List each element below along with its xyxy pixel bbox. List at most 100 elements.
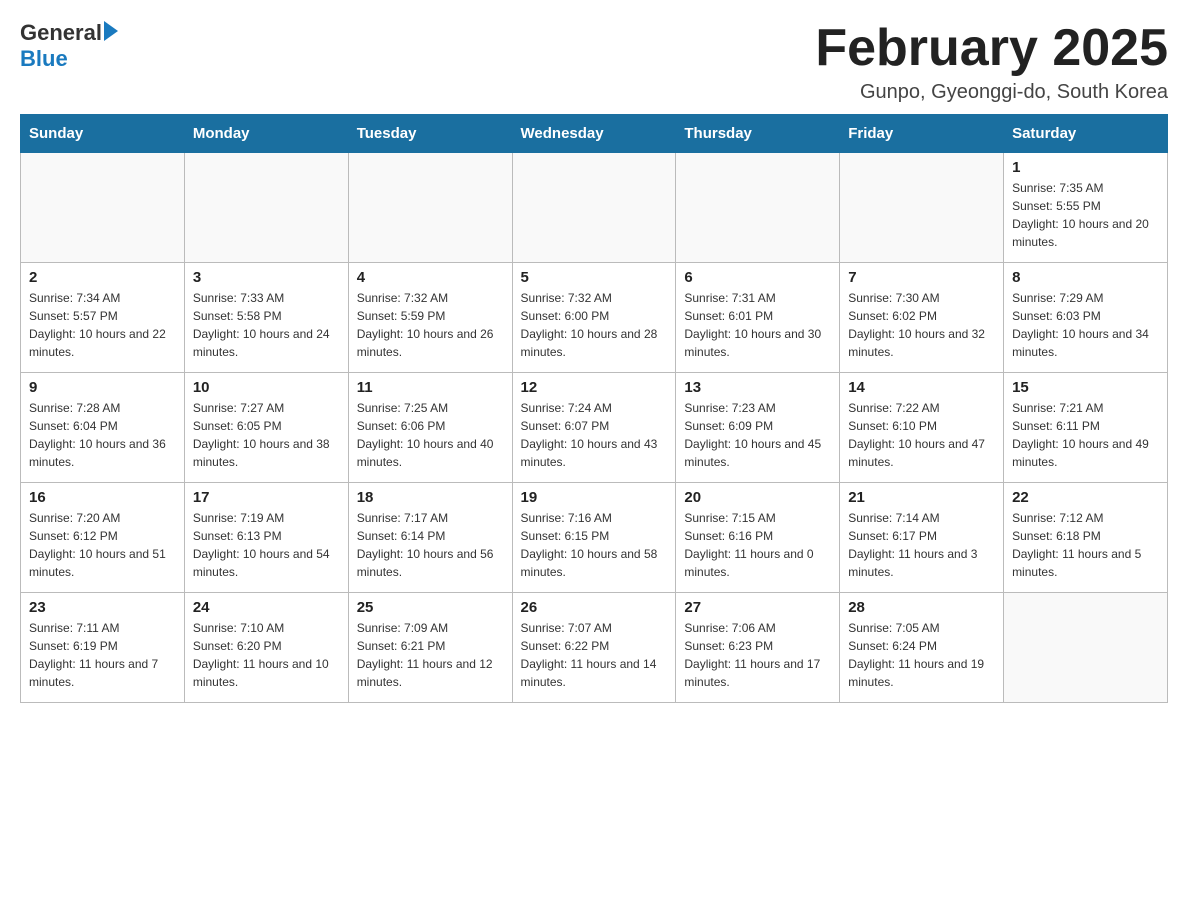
calendar-header: SundayMondayTuesdayWednesdayThursdayFrid… [21,115,1168,153]
day-info: Sunrise: 7:33 AMSunset: 5:58 PMDaylight:… [193,289,340,361]
day-number: 1 [1012,159,1159,176]
day-number: 26 [521,599,668,616]
calendar-cell: 23 Sunrise: 7:11 AMSunset: 6:19 PMDayligh… [21,593,185,703]
day-number: 14 [848,379,995,396]
logo-general-text: General [20,20,102,46]
day-info: Sunrise: 7:22 AMSunset: 6:10 PMDaylight:… [848,399,995,471]
logo-blue-text: Blue [20,46,68,72]
calendar-cell: 2Sunrise: 7:34 AMSunset: 5:57 PMDaylight… [21,263,185,373]
calendar-cell: 22Sunrise: 7:12 AMSunset: 6:18 PMDayligh… [1004,483,1168,593]
calendar-cell: 4 Sunrise: 7:32 AMSunset: 5:59 PMDaylight… [348,263,512,373]
page-subtitle: Gunpo, Gyeonggi-do, South Korea [815,81,1168,104]
calendar-cell [348,153,512,263]
header-cell-monday: Monday [184,115,348,153]
day-number: 4 [357,269,504,286]
day-info: Sunrise: 7:24 AMSunset: 6:07 PMDaylight:… [521,399,668,471]
day-number: 24 [193,599,340,616]
header-cell-tuesday: Tuesday [348,115,512,153]
day-info: Sunrise: 7:06 AMSunset: 6:23 PMDaylight:… [684,619,831,691]
day-info: Sunrise: 7:30 AMSunset: 6:02 PMDaylight:… [848,289,995,361]
calendar-week-1: 1 Sunrise: 7:35 AMSunset: 5:55 PMDaylight… [21,153,1168,263]
calendar-cell: 5 Sunrise: 7:32 AMSunset: 6:00 PMDaylight… [512,263,676,373]
day-number: 11 [357,379,504,396]
calendar-cell: 20Sunrise: 7:15 AMSunset: 6:16 PMDayligh… [676,483,840,593]
day-number: 9 [29,379,176,396]
day-info: Sunrise: 7:07 AMSunset: 6:22 PMDaylight:… [521,619,668,691]
day-number: 5 [521,269,668,286]
calendar-cell: 8Sunrise: 7:29 AMSunset: 6:03 PMDaylight… [1004,263,1168,373]
logo: General Blue [20,20,118,72]
page-header: General Blue February 2025 Gunpo, Gyeong… [20,20,1168,104]
day-number: 2 [29,269,176,286]
calendar-cell: 9 Sunrise: 7:28 AMSunset: 6:04 PMDaylight… [21,373,185,483]
header-cell-saturday: Saturday [1004,115,1168,153]
day-info: Sunrise: 7:17 AMSunset: 6:14 PMDaylight:… [357,509,504,581]
calendar-cell: 17Sunrise: 7:19 AMSunset: 6:13 PMDayligh… [184,483,348,593]
day-number: 19 [521,489,668,506]
calendar-cell: 26 Sunrise: 7:07 AMSunset: 6:22 PMDayligh… [512,593,676,703]
calendar-cell: 19 Sunrise: 7:16 AMSunset: 6:15 PMDayligh… [512,483,676,593]
day-number: 22 [1012,489,1159,506]
day-info: Sunrise: 7:29 AMSunset: 6:03 PMDaylight:… [1012,289,1159,361]
day-number: 15 [1012,379,1159,396]
day-number: 23 [29,599,176,616]
header-cell-sunday: Sunday [21,115,185,153]
day-info: Sunrise: 7:32 AMSunset: 5:59 PMDaylight:… [357,289,504,361]
day-number: 6 [684,269,831,286]
day-info: Sunrise: 7:21 AMSunset: 6:11 PMDaylight:… [1012,399,1159,471]
day-info: Sunrise: 7:25 AMSunset: 6:06 PMDaylight:… [357,399,504,471]
day-info: Sunrise: 7:20 AMSunset: 6:12 PMDaylight:… [29,509,176,581]
calendar-cell: 28Sunrise: 7:05 AMSunset: 6:24 PMDayligh… [840,593,1004,703]
day-info: Sunrise: 7:27 AMSunset: 6:05 PMDaylight:… [193,399,340,471]
calendar-cell: 1 Sunrise: 7:35 AMSunset: 5:55 PMDaylight… [1004,153,1168,263]
day-info: Sunrise: 7:09 AMSunset: 6:21 PMDaylight:… [357,619,504,691]
day-number: 13 [684,379,831,396]
calendar-cell: 15 Sunrise: 7:21 AMSunset: 6:11 PMDayligh… [1004,373,1168,483]
page-title: February 2025 [815,20,1168,77]
calendar-cell: 12 Sunrise: 7:24 AMSunset: 6:07 PMDayligh… [512,373,676,483]
calendar-cell: 24Sunrise: 7:10 AMSunset: 6:20 PMDayligh… [184,593,348,703]
day-info: Sunrise: 7:32 AMSunset: 6:00 PMDaylight:… [521,289,668,361]
calendar-cell [184,153,348,263]
calendar-week-5: 23 Sunrise: 7:11 AMSunset: 6:19 PMDayligh… [21,593,1168,703]
calendar-cell [21,153,185,263]
calendar-cell [840,153,1004,263]
calendar-cell: 11 Sunrise: 7:25 AMSunset: 6:06 PMDayligh… [348,373,512,483]
calendar-body: 1 Sunrise: 7:35 AMSunset: 5:55 PMDaylight… [21,153,1168,703]
calendar-cell: 7Sunrise: 7:30 AMSunset: 6:02 PMDaylight… [840,263,1004,373]
day-number: 3 [193,269,340,286]
calendar-cell: 13 Sunrise: 7:23 AMSunset: 6:09 PMDayligh… [676,373,840,483]
calendar-cell [676,153,840,263]
day-number: 21 [848,489,995,506]
header-cell-wednesday: Wednesday [512,115,676,153]
calendar-cell: 18 Sunrise: 7:17 AMSunset: 6:14 PMDayligh… [348,483,512,593]
calendar-cell: 10Sunrise: 7:27 AMSunset: 6:05 PMDayligh… [184,373,348,483]
title-section: February 2025 Gunpo, Gyeonggi-do, South … [815,20,1168,104]
calendar-cell: 27 Sunrise: 7:06 AMSunset: 6:23 PMDayligh… [676,593,840,703]
header-cell-thursday: Thursday [676,115,840,153]
calendar-cell [1004,593,1168,703]
day-info: Sunrise: 7:28 AMSunset: 6:04 PMDaylight:… [29,399,176,471]
day-number: 27 [684,599,831,616]
day-number: 25 [357,599,504,616]
calendar-week-2: 2Sunrise: 7:34 AMSunset: 5:57 PMDaylight… [21,263,1168,373]
day-info: Sunrise: 7:31 AMSunset: 6:01 PMDaylight:… [684,289,831,361]
header-cell-friday: Friday [840,115,1004,153]
calendar-cell: 14 Sunrise: 7:22 AMSunset: 6:10 PMDayligh… [840,373,1004,483]
day-info: Sunrise: 7:14 AMSunset: 6:17 PMDaylight:… [848,509,995,581]
day-number: 12 [521,379,668,396]
day-number: 18 [357,489,504,506]
day-info: Sunrise: 7:05 AMSunset: 6:24 PMDaylight:… [848,619,995,691]
calendar-cell: 3 Sunrise: 7:33 AMSunset: 5:58 PMDaylight… [184,263,348,373]
day-info: Sunrise: 7:23 AMSunset: 6:09 PMDaylight:… [684,399,831,471]
day-info: Sunrise: 7:16 AMSunset: 6:15 PMDaylight:… [521,509,668,581]
day-number: 16 [29,489,176,506]
day-number: 17 [193,489,340,506]
day-info: Sunrise: 7:11 AMSunset: 6:19 PMDaylight:… [29,619,176,691]
calendar-table: SundayMondayTuesdayWednesdayThursdayFrid… [20,114,1168,703]
logo-arrow-icon [104,21,118,41]
day-info: Sunrise: 7:35 AMSunset: 5:55 PMDaylight:… [1012,179,1159,251]
calendar-cell: 6 Sunrise: 7:31 AMSunset: 6:01 PMDaylight… [676,263,840,373]
calendar-week-3: 9 Sunrise: 7:28 AMSunset: 6:04 PMDaylight… [21,373,1168,483]
calendar-cell: 25 Sunrise: 7:09 AMSunset: 6:21 PMDayligh… [348,593,512,703]
